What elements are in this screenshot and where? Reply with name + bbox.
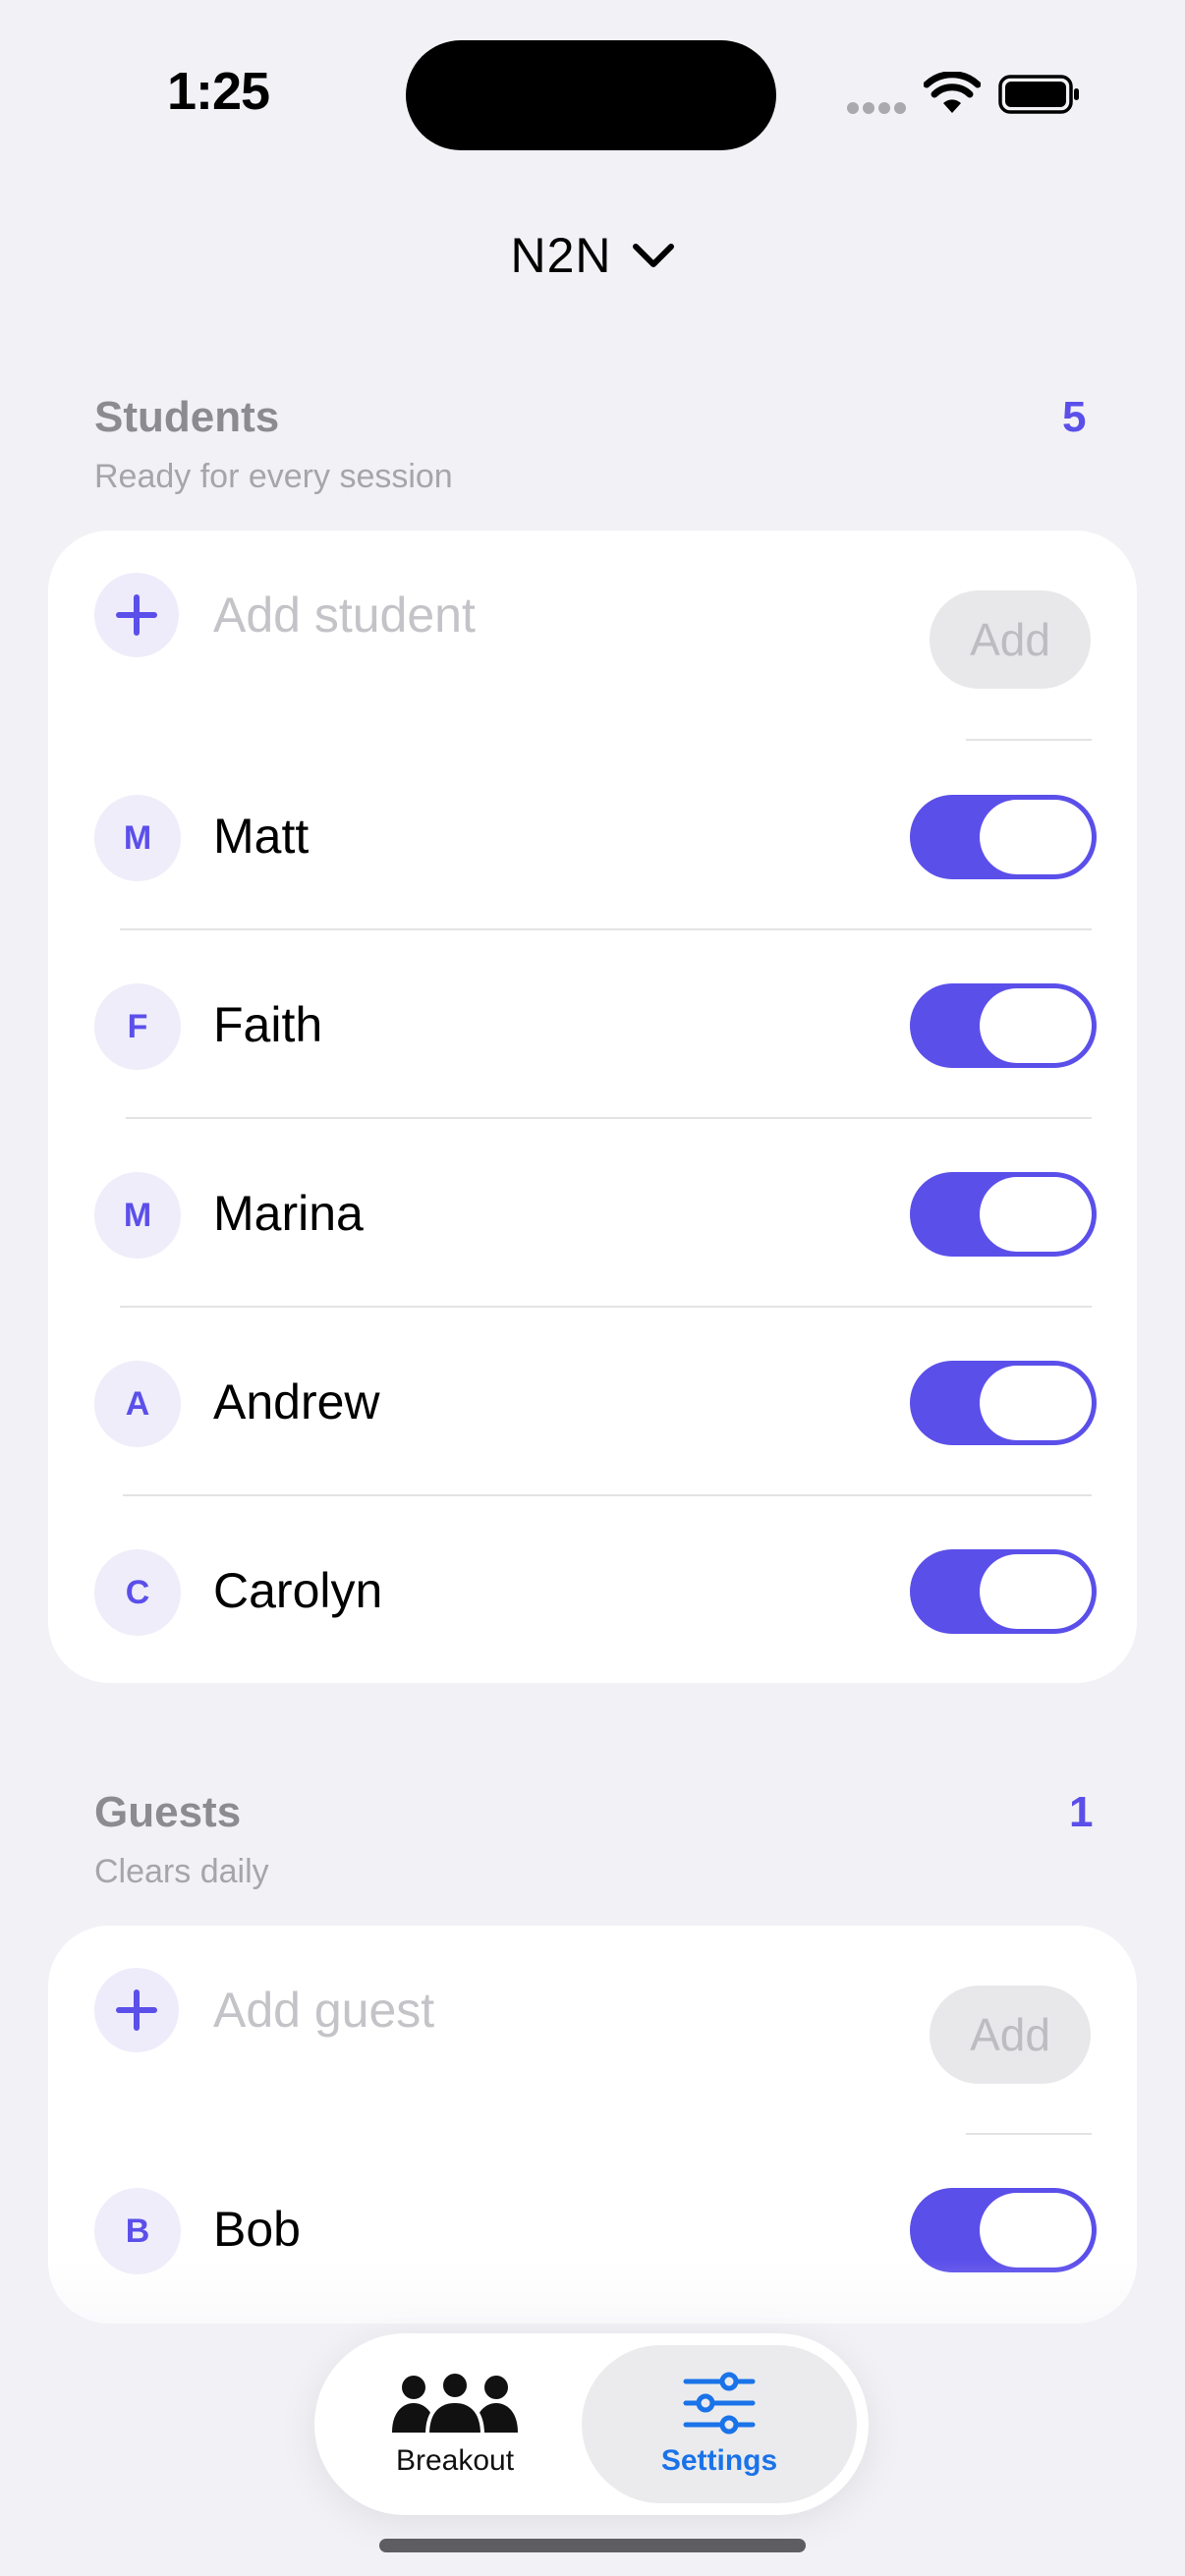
sliders-icon bbox=[683, 2372, 756, 2434]
add-student-input[interactable] bbox=[213, 576, 901, 654]
guest-name: Bob bbox=[213, 2202, 301, 2257]
status-time: 1:25 bbox=[167, 62, 270, 121]
toggle-knob bbox=[980, 1177, 1092, 1252]
avatar: A bbox=[94, 1361, 181, 1447]
people-group-icon bbox=[392, 2371, 518, 2435]
org-name: N2N bbox=[510, 228, 612, 283]
students-card: Add M Matt F Faith M Marina A Andrew C C… bbox=[48, 531, 1137, 1683]
home-indicator bbox=[379, 2539, 806, 2552]
student-name: Faith bbox=[213, 997, 323, 1052]
tab-breakout[interactable]: Breakout bbox=[326, 2345, 584, 2503]
add-guest-row: Add bbox=[48, 1932, 1137, 2089]
add-student-button[interactable]: Add bbox=[930, 590, 1091, 689]
student-toggle[interactable] bbox=[910, 795, 1097, 879]
student-name: Andrew bbox=[213, 1374, 380, 1429]
tab-label: Settings bbox=[660, 2443, 778, 2477]
student-toggle[interactable] bbox=[910, 1549, 1097, 1634]
student-toggle[interactable] bbox=[910, 1172, 1097, 1257]
divider bbox=[126, 1117, 1092, 1119]
avatar: C bbox=[94, 1549, 181, 1636]
dynamic-island bbox=[406, 40, 776, 150]
guests-title: Guests bbox=[94, 1788, 242, 1836]
divider bbox=[120, 1306, 1092, 1308]
avatar: F bbox=[94, 983, 181, 1070]
toggle-knob bbox=[980, 1366, 1092, 1440]
student-row: F Faith bbox=[48, 947, 1137, 1104]
avatar: M bbox=[94, 1172, 181, 1259]
student-name: Carolyn bbox=[213, 1563, 383, 1618]
toggle-knob bbox=[980, 800, 1092, 874]
guests-subtitle: Clears daily bbox=[94, 1853, 269, 1890]
guests-count: 1 bbox=[1069, 1788, 1094, 1836]
plus-icon[interactable] bbox=[94, 1968, 179, 2052]
battery-icon bbox=[998, 75, 1079, 114]
student-row: A Andrew bbox=[48, 1324, 1137, 1482]
student-toggle[interactable] bbox=[910, 983, 1097, 1068]
tab-settings[interactable]: Settings bbox=[582, 2345, 857, 2503]
add-guest-button[interactable]: Add bbox=[930, 1986, 1091, 2084]
toggle-knob bbox=[980, 2193, 1092, 2268]
student-name: Marina bbox=[213, 1186, 364, 1241]
add-student-row: Add bbox=[48, 536, 1137, 694]
students-count: 5 bbox=[1062, 393, 1087, 441]
toggle-knob bbox=[980, 988, 1092, 1063]
chevron-down-icon bbox=[632, 244, 674, 267]
avatar: M bbox=[94, 795, 181, 881]
divider bbox=[966, 2133, 1092, 2135]
student-row: M Marina bbox=[48, 1136, 1137, 1293]
students-title: Students bbox=[94, 393, 280, 441]
student-toggle[interactable] bbox=[910, 1361, 1097, 1445]
students-subtitle: Ready for every session bbox=[94, 458, 453, 495]
add-guest-input[interactable] bbox=[213, 1971, 901, 2049]
org-selector[interactable]: N2N bbox=[0, 218, 1185, 293]
tab-label: Breakout bbox=[395, 2443, 515, 2477]
divider bbox=[120, 928, 1092, 930]
divider bbox=[123, 1494, 1092, 1496]
divider bbox=[966, 739, 1092, 741]
signal-dots-icon bbox=[847, 102, 908, 116]
toggle-knob bbox=[980, 1554, 1092, 1629]
student-row: M Matt bbox=[48, 758, 1137, 916]
plus-icon[interactable] bbox=[94, 573, 179, 657]
wifi-icon bbox=[924, 72, 981, 113]
student-row: C Carolyn bbox=[48, 1513, 1137, 1670]
tab-bar: Breakout Settings bbox=[314, 2333, 869, 2515]
student-name: Matt bbox=[213, 809, 310, 864]
